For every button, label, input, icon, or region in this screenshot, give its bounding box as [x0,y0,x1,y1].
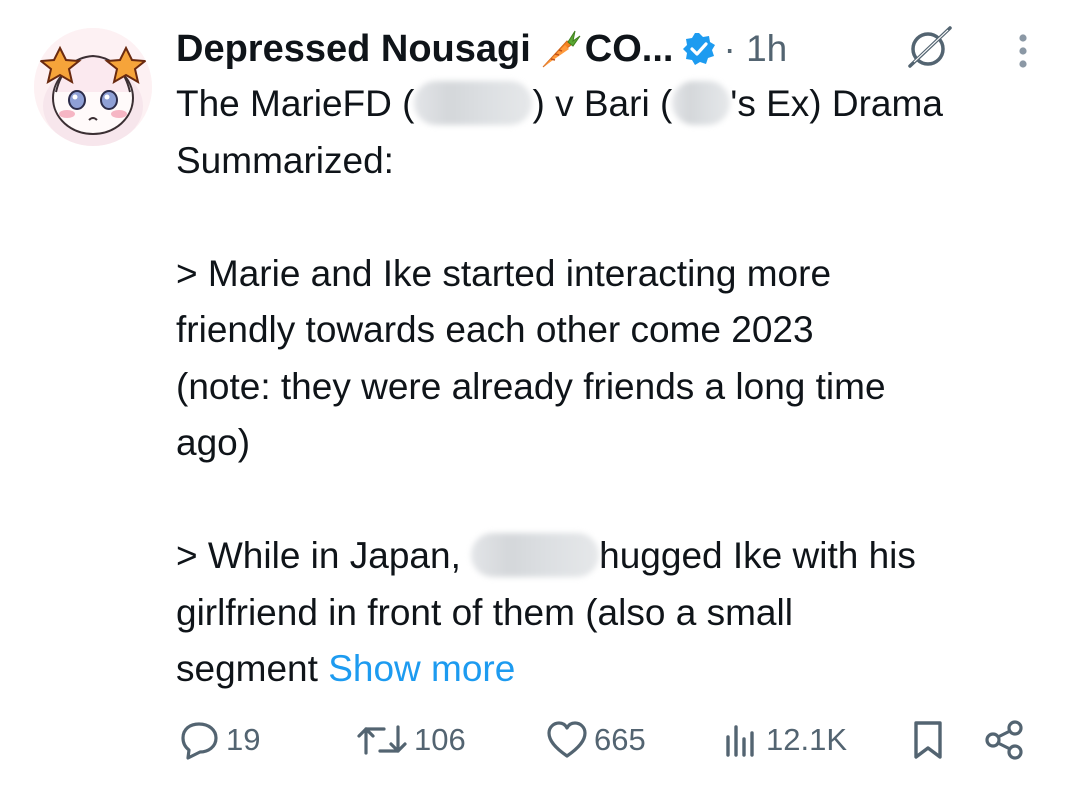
tweet-line: Summarized: [176,139,394,181]
views-count: 12.1K [766,722,848,757]
redacted-blur [414,81,533,126]
tweet-text-segment: hugged Ike with his [599,535,916,576]
verified-badge-icon [681,31,717,67]
views-chart-icon [726,725,754,757]
grok-icon[interactable] [904,22,954,72]
author-display-name[interactable]: Depressed Nousagi [176,28,531,71]
tweet-line: segment Show more [176,641,1056,698]
redacted-blur [672,81,731,126]
tweet-line: > Marie and Ike started interacting more [176,252,832,294]
repost-icon [357,725,407,755]
carrot-icon [537,27,581,71]
views-button[interactable]: 12.1K [722,712,847,768]
tweet-text-segment: segment [176,648,329,689]
avatar[interactable] [34,28,152,146]
reply-icon [181,722,218,760]
tweet-line: > While in Japan, hugged Ike with his [176,528,1056,585]
show-more-link[interactable]: Show more [328,648,515,689]
reply-button[interactable]: 19 [176,712,260,768]
share-button[interactable] [982,712,1028,768]
tweet-line: friendly towards each other come 2023 [176,309,814,350]
tweet-text-segment: > While in Japan, [176,535,472,576]
bookmark-button[interactable] [908,712,948,768]
tweet-line: The MarieFD ( ) v Bari ( 's Ex) Drama [176,76,1056,133]
more-options-icon[interactable] [1012,32,1034,72]
repost-count: 106 [414,722,466,757]
bookmark-icon [914,721,942,759]
heart-icon [547,721,587,758]
like-button[interactable]: 665 [544,712,646,768]
tweet-line: girlfriend in front of them (also a smal… [176,591,793,633]
tweet-text-segment: The MarieFD ( [176,83,415,124]
share-icon [985,720,1023,760]
reply-count: 19 [226,722,261,757]
repost-button[interactable]: 106 [354,712,466,768]
tweet-text-segment: 's Ex) Drama [730,83,943,124]
tweet-line: ago) [176,422,251,463]
redacted-blur [471,533,600,578]
tweet-timestamp[interactable]: · 1h [723,28,787,70]
tweet-line: (note: they were already friends a long … [176,365,886,407]
tweet-actions: 19 106 665 12.1K [170,712,1050,768]
tweet-text-segment: ) v Bari ( [532,83,673,124]
author-name-suffix[interactable]: CO... [585,28,674,71]
tweet-text: The MarieFD ( ) v Bari ( 's Ex) Drama Summ… [176,76,1056,698]
like-count: 665 [594,722,646,757]
avatar-image [34,28,152,146]
